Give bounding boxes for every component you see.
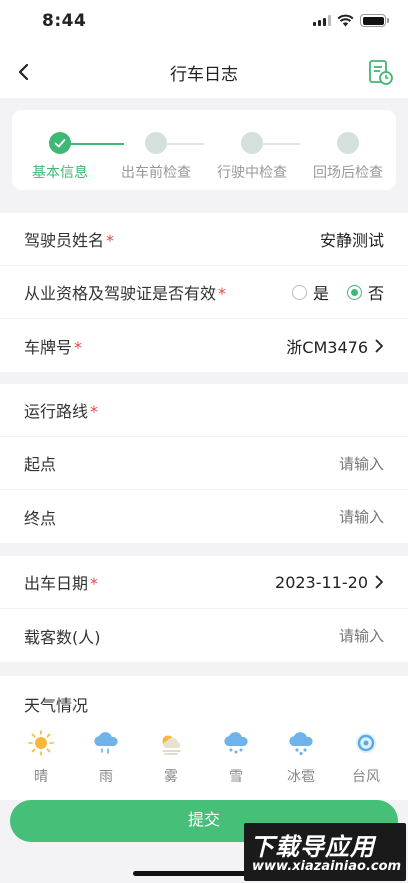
- weather-option-fog[interactable]: 雾: [149, 728, 193, 786]
- watermark-url: www.xiazainiao.com: [252, 859, 402, 874]
- nav-bar: 行车日志: [0, 46, 408, 98]
- required-mark: *: [90, 574, 99, 593]
- weather-option-snow[interactable]: 雪: [214, 728, 258, 786]
- radio-no-label: 否: [367, 284, 384, 303]
- plate-row[interactable]: 车牌号 * 浙CM3476: [0, 319, 408, 372]
- weather-label: 冰雹: [287, 769, 315, 785]
- radio-checked-icon: [346, 284, 362, 300]
- weather-option-rain[interactable]: 雨: [84, 728, 128, 786]
- label-text: 运行路线: [24, 402, 89, 421]
- radio-unchecked-icon: [291, 284, 307, 300]
- plate-label: 车牌号 *: [24, 334, 82, 358]
- history-log-icon[interactable]: [366, 58, 394, 86]
- step-pre-departure[interactable]: 出车前检查: [111, 110, 201, 190]
- required-mark: *: [106, 231, 115, 250]
- date-text: 2023-11-20: [275, 572, 368, 592]
- date-label: 出车日期 *: [24, 570, 98, 594]
- page-title: 行车日志: [170, 65, 238, 85]
- start-row[interactable]: 起点 请输入: [0, 437, 408, 490]
- passengers-label: 载客数(人): [24, 627, 101, 647]
- status-time: 8:44: [42, 11, 87, 31]
- weather-option-hail[interactable]: 冰雹: [279, 728, 323, 786]
- weather-label: 雾: [164, 769, 178, 785]
- qualification-options: 是 否: [280, 280, 384, 304]
- step-dot: [145, 132, 167, 154]
- step-post-return[interactable]: 回场后检查: [303, 110, 393, 190]
- signal-icon: [313, 15, 331, 26]
- snow-icon: [224, 732, 248, 754]
- passengers-input[interactable]: 请输入: [339, 625, 384, 646]
- driver-name-label: 驾驶员姓名 *: [24, 227, 114, 251]
- watermark-logo: 下载导应用 www.xiazainiao.com: [244, 823, 406, 881]
- label-text: 从业资格及驾驶证是否有效: [24, 284, 217, 303]
- radio-no[interactable]: 否: [346, 280, 384, 304]
- weather-label: 雨: [99, 769, 113, 785]
- end-label: 终点: [24, 508, 57, 528]
- step-dot: [337, 132, 359, 154]
- weather-label: 台风: [352, 769, 380, 785]
- battery-icon: [360, 14, 389, 27]
- chevron-right-icon: [375, 339, 383, 352]
- end-input[interactable]: 请输入: [339, 506, 384, 527]
- sun-icon: [28, 730, 54, 756]
- step-check-icon: [49, 132, 71, 154]
- hail-icon: [289, 732, 313, 756]
- driver-info-section: 驾驶员姓名 * 安静测试 从业资格及驾驶证是否有效 * 是 否 车牌号 * 浙CM34…: [0, 213, 408, 372]
- qualification-label: 从业资格及驾驶证是否有效 *: [24, 280, 226, 304]
- weather-label: 雪: [229, 769, 243, 785]
- weather-label: 晴: [34, 769, 48, 785]
- date-value: 2023-11-20: [275, 573, 384, 592]
- route-row: 运行路线 *: [0, 384, 408, 437]
- screen: 8:44 行车日志 基本信息 出车前检查 行驶中检查 回场后检查 驾驶员姓名 *…: [0, 0, 408, 883]
- radio-yes-label: 是: [312, 284, 329, 303]
- weather-title: 天气情况: [24, 696, 89, 715]
- progress-steps: 基本信息 出车前检查 行驶中检查 回场后检查: [12, 110, 396, 190]
- date-row[interactable]: 出车日期 * 2023-11-20: [0, 556, 408, 609]
- trip-section: 出车日期 * 2023-11-20 载客数(人) 请输入: [0, 556, 408, 662]
- qualification-row: 从业资格及驾驶证是否有效 * 是 否: [0, 266, 408, 319]
- rain-icon: [94, 732, 118, 754]
- wifi-icon: [337, 14, 354, 27]
- step-label: 出车前检查: [121, 165, 191, 181]
- weather-option-typhoon[interactable]: 台风: [344, 728, 388, 786]
- label-text: 出车日期: [24, 574, 89, 593]
- watermark-text: 下载导应用: [250, 833, 375, 861]
- passengers-row[interactable]: 载客数(人) 请输入: [0, 609, 408, 662]
- start-input[interactable]: 请输入: [339, 453, 384, 474]
- required-mark: *: [74, 337, 83, 357]
- route-section: 运行路线 * 起点 请输入 终点 请输入: [0, 384, 408, 543]
- start-label: 起点: [24, 455, 57, 474]
- label-text: 车牌号: [24, 337, 73, 357]
- step-label: 回场后检查: [313, 165, 383, 181]
- status-icons: [313, 14, 389, 27]
- driver-name-value: 安静测试: [319, 231, 384, 250]
- fog-icon: [162, 735, 181, 755]
- end-row[interactable]: 终点 请输入: [0, 490, 408, 543]
- step-label: 行驶中检查: [217, 165, 287, 181]
- typhoon-icon: [356, 733, 376, 753]
- plate-value: 浙CM3476: [286, 334, 384, 358]
- required-mark: *: [218, 284, 227, 303]
- weather-section: 天气情况 晴 雨 雾 雪 冰雹 台风: [0, 676, 408, 800]
- required-mark: *: [90, 402, 99, 421]
- label-text: 驾驶员姓名: [24, 231, 105, 250]
- radio-yes[interactable]: 是: [291, 280, 329, 304]
- plate-text: 浙CM3476: [286, 337, 368, 357]
- step-dot: [241, 132, 263, 154]
- step-basic-info[interactable]: 基本信息: [15, 110, 105, 190]
- status-bar: 8:44: [0, 0, 408, 46]
- chevron-right-icon: [375, 575, 383, 589]
- driver-name-row: 驾驶员姓名 * 安静测试: [0, 213, 408, 266]
- route-label: 运行路线 *: [24, 398, 98, 422]
- step-label: 基本信息: [32, 165, 88, 181]
- weather-option-sunny[interactable]: 晴: [19, 728, 63, 786]
- step-in-transit[interactable]: 行驶中检查: [207, 110, 297, 190]
